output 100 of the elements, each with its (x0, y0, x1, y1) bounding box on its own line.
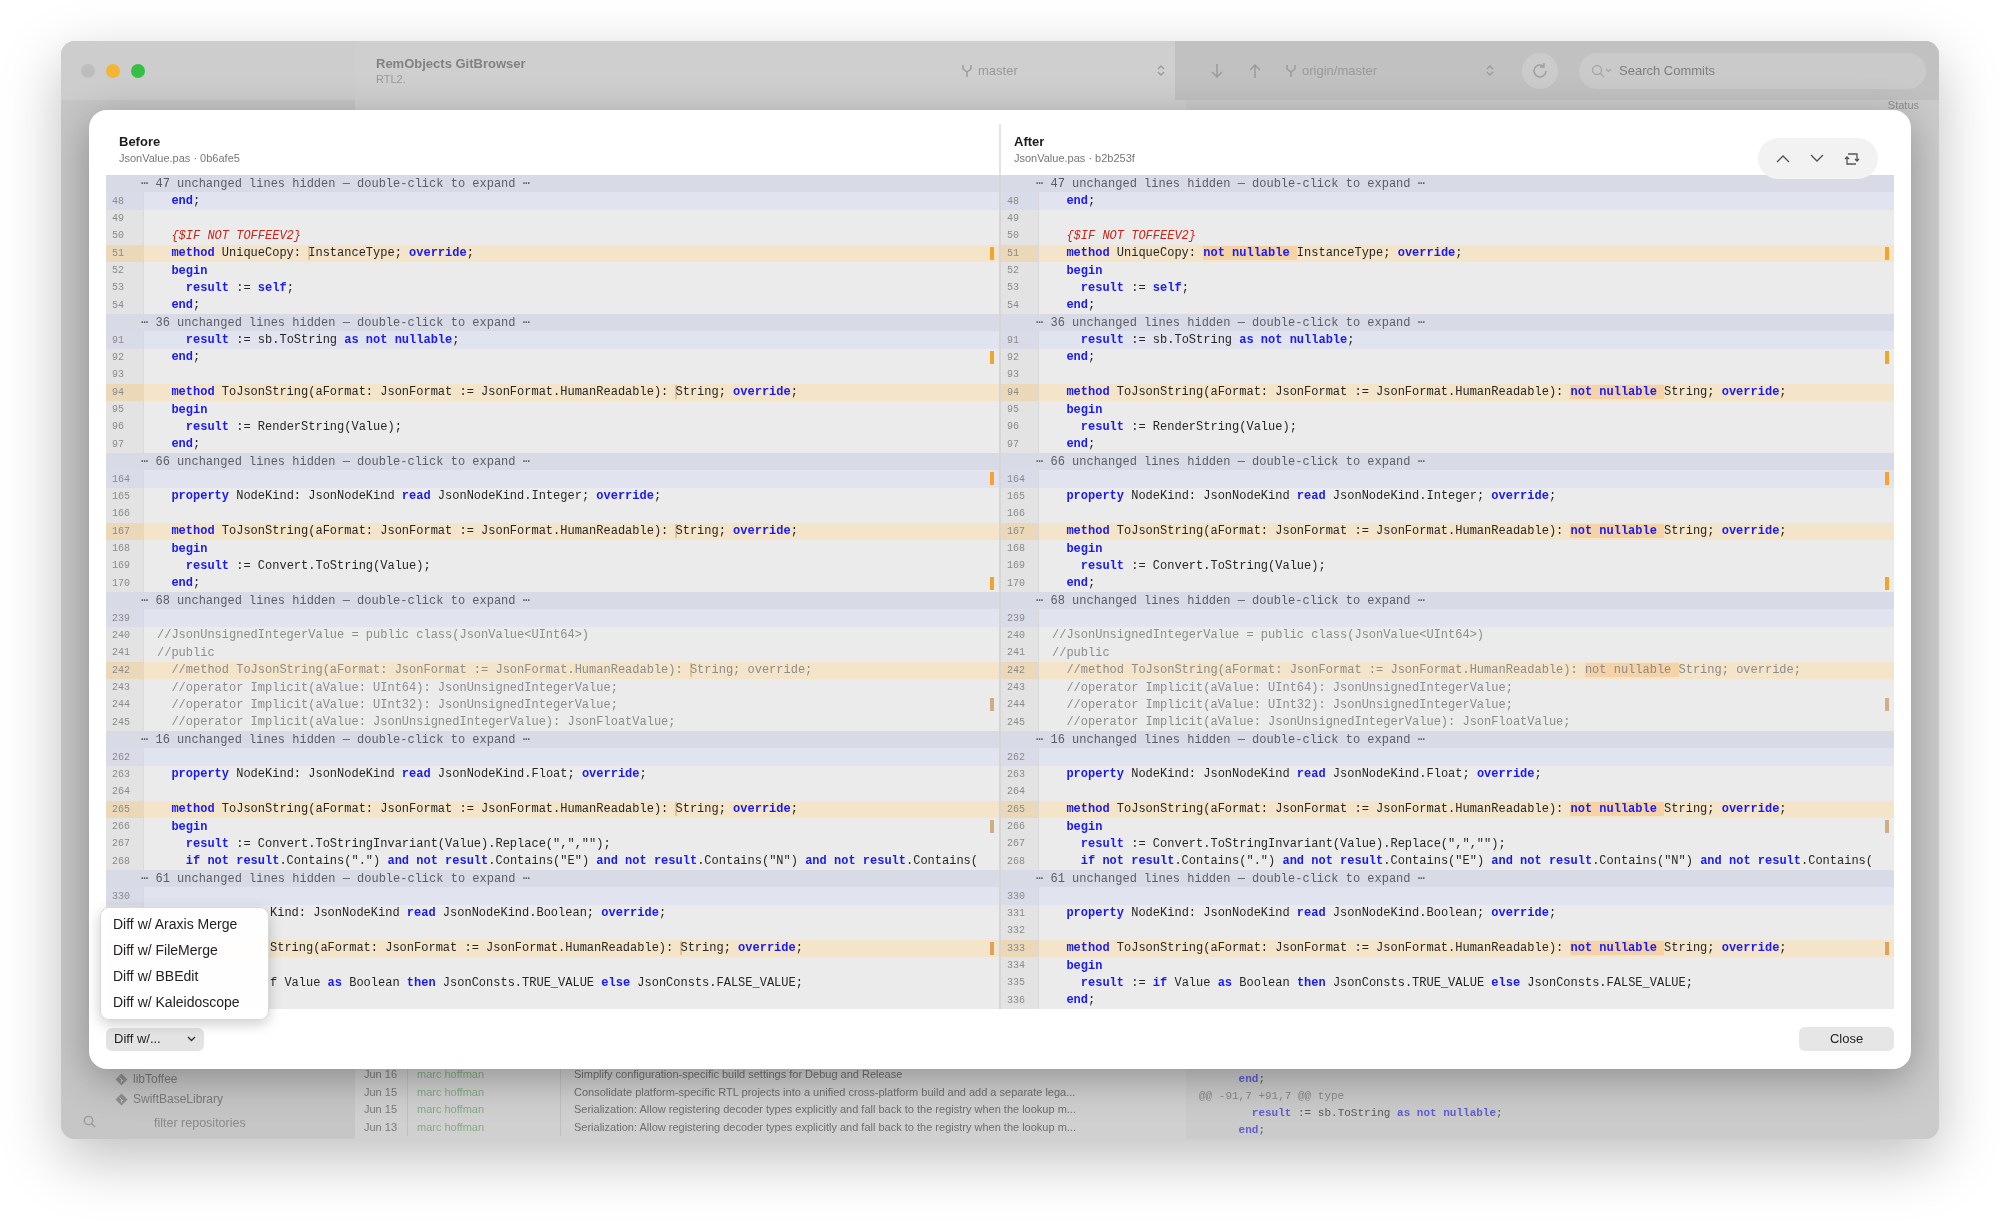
line-number: 266 (112, 820, 130, 835)
line-number: 332 (1007, 924, 1025, 939)
line-number: 265 (112, 802, 130, 817)
line-number: 241 (112, 646, 130, 661)
line-number: 165 (1007, 489, 1025, 504)
code-text: begin (170, 818, 208, 835)
collapsed-lines-bar[interactable]: ⋯ 47 unchanged lines hidden — double-click to expand ⋯ (1001, 175, 1894, 193)
code-text: result := self; (1079, 279, 1189, 296)
code-text: end; (1065, 297, 1096, 314)
line-number: 51 (1007, 246, 1019, 261)
file-info: JsonValue.pas · 0b6afe5 (119, 151, 240, 166)
next-change-button[interactable] (1810, 154, 1824, 163)
line-number: 94 (1007, 385, 1019, 400)
code-text: if not result.Contains(".") and not result.Contains("E") and not result.Contains("N") and not result.Contains( (184, 853, 978, 870)
code-text: property NodeKind: JsonNodeKind read JsonNodeKind.Float; override; (1065, 766, 1542, 783)
collapsed-lines-bar[interactable]: ⋯ 61 unchanged lines hidden — double-click to expand ⋯ (106, 870, 999, 888)
collapsed-lines-bar[interactable]: ⋯ 36 unchanged lines hidden — double-click to expand ⋯ (1001, 314, 1894, 332)
collapsed-lines-bar[interactable]: ⋯ 61 unchanged lines hidden — double-click to expand ⋯ (1001, 870, 1894, 888)
collapsed-lines-bar[interactable]: ⋯ 16 unchanged lines hidden — double-click to expand ⋯ (106, 731, 999, 749)
chevron-down-icon (1810, 154, 1824, 163)
commit-author: marc hoffman (417, 1067, 485, 1083)
code-text: result := self; (184, 279, 294, 296)
pane-title: After (1014, 133, 1045, 151)
line-number: 54 (1007, 298, 1019, 313)
commit-message: Serialization: Allow registering decoder types explicitly and fall back to the registry when the lookup m... (574, 1102, 1076, 1118)
diff-tool-popup-button[interactable]: Diff w/... (106, 1027, 204, 1051)
line-number: 240 (1007, 628, 1025, 643)
line-number: 334 (1007, 959, 1025, 974)
line-number: 244 (112, 698, 130, 713)
line-number: 95 (112, 403, 124, 418)
collapsed-lines-bar[interactable]: ⋯ 36 unchanged lines hidden — double-click to expand ⋯ (106, 314, 999, 332)
code-text: result := if Value as Boolean then JsonConsts.TRUE_VALUE else JsonConsts.FALSE_VALUE; (1079, 974, 1693, 991)
code-text: end; (1065, 193, 1096, 210)
line-number: 93 (1007, 368, 1019, 383)
line-number: 170 (1007, 576, 1025, 591)
code-text: result := Convert.ToString(Value); (1079, 557, 1326, 574)
line-number: 267 (112, 837, 130, 852)
code-text: end; (170, 575, 201, 592)
line-number: 48 (112, 194, 124, 209)
previous-change-button[interactable] (1776, 154, 1790, 163)
code-text: method ToJsonString(aFormat: JsonFormat := JsonFormat.HumanReadable): not nullable String; override; (1065, 801, 1787, 818)
code-text: result := RenderString(Value); (1079, 418, 1297, 435)
line-number: 49 (1007, 211, 1019, 226)
code-text: method ToJsonString(aFormat: JsonFormat := JsonFormat.HumanReadable): String; override; (170, 384, 798, 401)
line-number: 241 (1007, 646, 1025, 661)
code-text: f Value as Boolean then JsonConsts.TRUE_VALUE else JsonConsts.FALSE_VALUE; (270, 974, 803, 991)
code-text: end; (1065, 349, 1096, 366)
line-number: 268 (112, 854, 130, 869)
commit-date: Jun 15 (364, 1102, 398, 1118)
collapsed-lines-bar[interactable]: ⋯ 66 unchanged lines hidden — double-click to expand ⋯ (106, 453, 999, 471)
code-text: String(aFormat: JsonFormat := JsonFormat.HumanReadable): String; override; (270, 940, 803, 957)
refresh-button[interactable] (1522, 52, 1558, 89)
commit-date: Jun 15 (364, 1084, 398, 1100)
code-text: begin (1065, 401, 1103, 418)
line-number: 169 (112, 559, 130, 574)
code-text: //public (1052, 644, 1110, 661)
line-number: 50 (112, 229, 124, 244)
menu-item[interactable]: Diff w/ Kaleidoscope (101, 989, 268, 1015)
code-text: end; (1065, 436, 1096, 453)
code-text: method UniqueCopy: not nullable InstanceType; override; (1065, 245, 1463, 262)
code-text: end; (170, 297, 201, 314)
sync-scroll-button[interactable] (1844, 150, 1860, 167)
code-text: //operator Implicit(aValue: UInt32): JsonUnsignedIntegerValue; (1065, 696, 1513, 713)
line-number: 263 (1007, 767, 1025, 782)
refresh-icon (1531, 61, 1549, 80)
line-number: 92 (112, 350, 124, 365)
code-text: result := RenderString(Value); (184, 418, 402, 435)
code-text: {$IF NOT TOFFEEV2} (1065, 227, 1197, 244)
chevron-up-icon (1776, 154, 1790, 163)
menu-item[interactable]: Diff w/ Araxis Merge (101, 912, 268, 938)
line-number: 168 (112, 542, 130, 557)
window-minimize-button[interactable] (106, 63, 120, 78)
line-number: 92 (1007, 350, 1019, 365)
menu-item[interactable]: Diff w/ FileMerge (101, 937, 268, 964)
search-field[interactable]: Search Commits (1579, 52, 1926, 89)
column-header: Status (1887, 100, 1919, 110)
line-number: 170 (112, 576, 130, 591)
commit-date: Jun 16 (364, 1067, 398, 1083)
collapsed-lines-bar[interactable]: ⋯ 66 unchanged lines hidden — double-click to expand ⋯ (1001, 453, 1894, 471)
commit-author: marc hoffman (417, 1102, 485, 1118)
collapsed-lines-bar[interactable]: ⋯ 47 unchanged lines hidden — double-click to expand ⋯ (106, 175, 999, 193)
line-number: 330 (112, 889, 130, 904)
line-number: 94 (112, 385, 124, 400)
line-number: 333 (1007, 941, 1025, 956)
window-title: RemObjects GitBrowser (376, 55, 526, 72)
close-button[interactable]: Close (1799, 1027, 1894, 1051)
collapsed-lines-bar[interactable]: ⋯ 16 unchanged lines hidden — double-click to expand ⋯ (1001, 731, 1894, 749)
collapsed-lines-bar[interactable]: ⋯ 68 unchanged lines hidden — double-click to expand ⋯ (106, 592, 999, 610)
pane-title: Before (119, 133, 161, 151)
line-number: 240 (112, 628, 130, 643)
code-text: //operator Implicit(aValue: JsonUnsignedIntegerValue): JsonFloatValue; (1065, 714, 1571, 731)
line-number: 243 (1007, 681, 1025, 696)
chevron-down-icon (187, 1036, 196, 1042)
line-number: 239 (112, 611, 130, 626)
search-icon (1591, 63, 1613, 78)
menu-item[interactable]: Diff w/ BBEdit (101, 963, 268, 990)
code-text: //JsonUnsignedIntegerValue = public class(JsonValue<UInt64>) (1052, 627, 1485, 644)
collapsed-lines-bar[interactable]: ⋯ 68 unchanged lines hidden — double-click to expand ⋯ (1001, 592, 1894, 610)
line-number: 93 (112, 368, 124, 383)
window-zoom-button[interactable] (131, 63, 145, 78)
